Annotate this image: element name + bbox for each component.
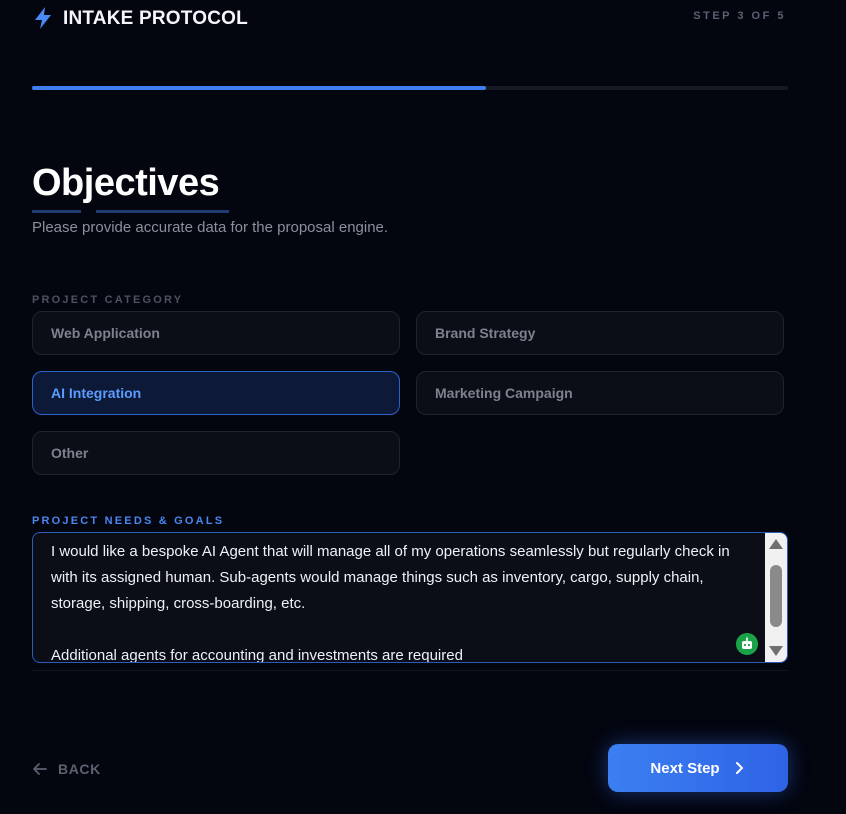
category-option-ai-integration[interactable]: AI Integration — [32, 371, 400, 415]
progress-fill — [32, 86, 486, 90]
project-needs-textarea[interactable]: I would like a bespoke AI Agent that wil… — [32, 532, 788, 663]
category-option-web-application[interactable]: Web Application — [32, 311, 400, 355]
scroll-thumb[interactable] — [770, 565, 782, 627]
project-needs-text[interactable]: I would like a bespoke AI Agent that wil… — [51, 539, 756, 662]
chevron-right-icon — [735, 762, 743, 774]
header: INTAKE PROTOCOL STEP 3 OF 5 — [32, 4, 788, 34]
app-title: INTAKE PROTOCOL — [63, 8, 248, 29]
back-button[interactable]: BACK — [32, 758, 101, 780]
divider — [32, 670, 788, 671]
category-option-other[interactable]: Other — [32, 431, 400, 475]
robot-icon[interactable] — [736, 633, 758, 655]
title-underline — [32, 210, 81, 213]
progress-bar — [32, 86, 788, 90]
category-option-brand-strategy[interactable]: Brand Strategy — [416, 311, 784, 355]
scroll-up-arrow-icon[interactable] — [769, 539, 783, 549]
arrow-left-icon — [33, 763, 47, 775]
page-title: Objectives — [32, 162, 220, 204]
scroll-down-arrow-icon[interactable] — [769, 646, 783, 656]
lightning-bolt-icon — [35, 7, 51, 29]
step-indicator: STEP 3 OF 5 — [693, 10, 786, 22]
category-label: PROJECT CATEGORY — [32, 294, 184, 306]
page-subtitle: Please provide accurate data for the pro… — [32, 219, 389, 236]
textarea-scrollbar[interactable] — [765, 533, 787, 662]
next-step-label: Next Step — [650, 759, 720, 777]
back-button-label: BACK — [58, 761, 101, 777]
next-step-button[interactable]: Next Step — [608, 744, 788, 792]
title-underline — [96, 210, 229, 213]
category-option-marketing-campaign[interactable]: Marketing Campaign — [416, 371, 784, 415]
needs-label: PROJECT NEEDS & GOALS — [32, 515, 225, 527]
